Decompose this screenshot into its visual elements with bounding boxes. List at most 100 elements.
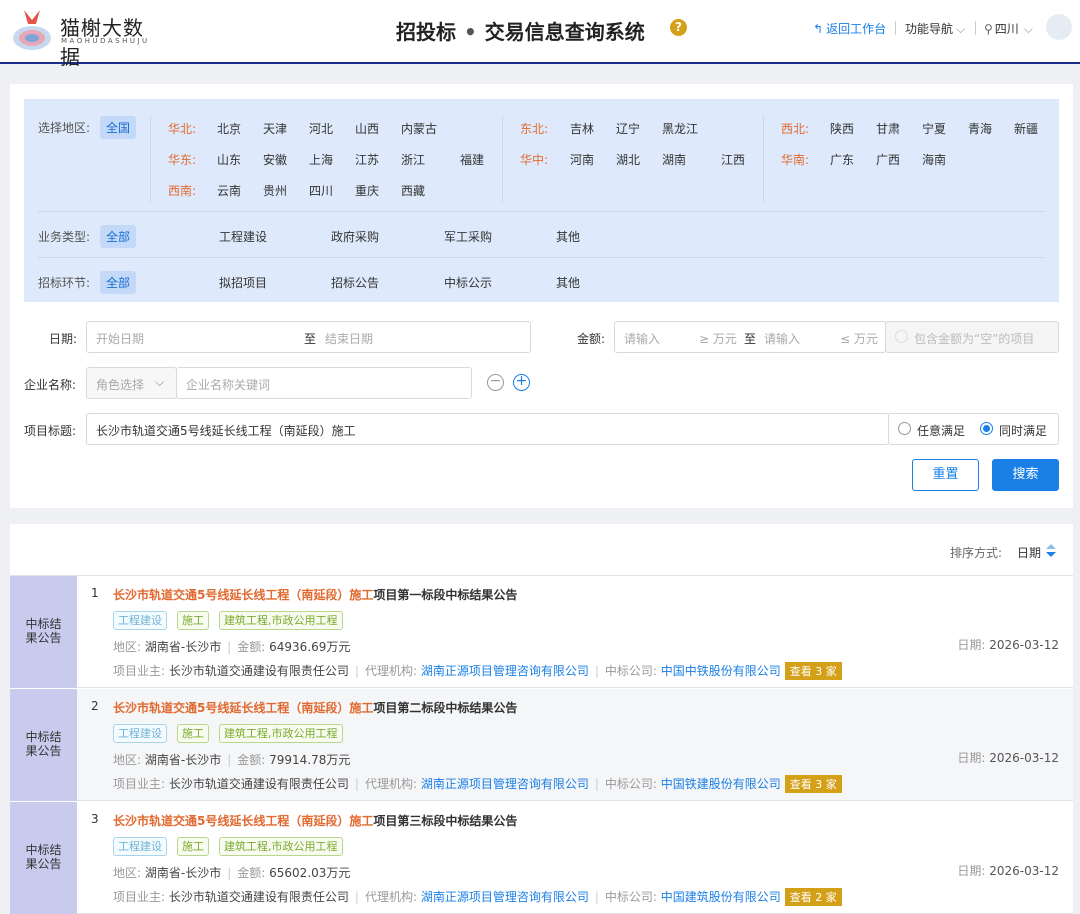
area-all-chip[interactable]: 全国 — [100, 116, 137, 139]
area-item-shaanxi[interactable]: 陕西 — [830, 120, 854, 137]
area-item-xinjiang[interactable]: 新疆 — [1014, 120, 1038, 137]
winner-link[interactable]: 中国中铁股份有限公司 — [661, 664, 781, 678]
result-title-link[interactable]: 长沙市轨道交通5号线延长线工程（南延段）施工项目第三标段中标结果公告 — [113, 812, 517, 829]
business-type-gov-procurement[interactable]: 政府采购 — [331, 228, 379, 245]
area-item-guangdong[interactable]: 广东 — [830, 151, 854, 168]
amount-max-input[interactable]: 请输入 — [764, 330, 800, 347]
area-item-yunnan[interactable]: 云南 — [217, 182, 241, 199]
bid-stage-tender-notice[interactable]: 招标公告 — [331, 274, 379, 291]
bid-stage-planned[interactable]: 拟招项目 — [219, 274, 267, 291]
business-type-other[interactable]: 其他 — [556, 228, 580, 245]
company-keyword-placeholder: 企业名称关键词 — [186, 378, 271, 392]
agent-link[interactable]: 湖南正源项目管理咨询有限公司 — [421, 777, 589, 791]
project-title-value: 长沙市轨道交通5号线延长线工程（南延段）施工 — [96, 424, 356, 438]
search-button[interactable]: 搜索 — [992, 459, 1059, 491]
amount-min-unit: ≥ 万元 — [699, 332, 737, 346]
area-item-jiangxi[interactable]: 江西 — [721, 151, 745, 168]
region-dropdown[interactable]: ⚲ 四川 ⌵ — [984, 20, 1033, 37]
area-item-henan[interactable]: 河南 — [570, 151, 594, 168]
date-end-input[interactable]: 结束日期 — [325, 330, 373, 347]
reset-button[interactable]: 重置 — [912, 459, 979, 491]
result-index: 1 — [91, 586, 99, 600]
sort-label: 排序方式: — [950, 546, 1003, 560]
date-label: 日期: — [49, 332, 78, 346]
area-item-hubei[interactable]: 湖北 — [616, 151, 640, 168]
help-icon[interactable]: ? — [670, 19, 687, 36]
area-item-anhui[interactable]: 安徽 — [263, 151, 287, 168]
area-item-neimenggu[interactable]: 内蒙古 — [401, 120, 437, 137]
business-type-engineering[interactable]: 工程建设 — [219, 228, 267, 245]
sort-toggle-icon[interactable] — [1046, 544, 1056, 558]
amount-range-separator: 至 — [744, 332, 757, 346]
function-nav-dropdown[interactable]: 功能导航 ⌵ — [905, 20, 965, 37]
agent-link[interactable]: 湖南正源项目管理咨询有限公司 — [421, 890, 589, 904]
result-title-link[interactable]: 长沙市轨道交通5号线延长线工程（南延段）施工项目第一标段中标结果公告 — [113, 586, 517, 603]
role-select-value: 角色选择 — [96, 378, 145, 392]
agent-label: 代理机构: — [364, 777, 417, 791]
area-item-jilin[interactable]: 吉林 — [570, 120, 594, 137]
amount-max-unit: ≤ 万元 — [840, 332, 878, 346]
date-start-input[interactable]: 开始日期 — [96, 330, 144, 347]
result-row[interactable]: 中标结果公告 1 长沙市轨道交通5号线延长线工程（南延段）施工项目第一标段中标结果公… — [10, 576, 1073, 688]
area-item-liaoning[interactable]: 辽宁 — [616, 120, 640, 137]
area-item-xizang[interactable]: 西藏 — [401, 182, 425, 199]
winner-link[interactable]: 中国铁建股份有限公司 — [661, 777, 781, 791]
area-item-hunan[interactable]: 湖南 — [662, 151, 686, 168]
back-to-workbench-link[interactable]: ↰ 返回工作台 — [813, 20, 886, 37]
area-label: 地区: — [113, 866, 142, 880]
match-any-radio[interactable] — [898, 422, 911, 435]
area-item-sichuan[interactable]: 四川 — [309, 182, 333, 199]
result-title-link[interactable]: 长沙市轨道交通5号线延长线工程（南延段）施工项目第二标段中标结果公告 — [113, 699, 517, 716]
area-item-guizhou[interactable]: 贵州 — [263, 182, 287, 199]
area-item-guangxi[interactable]: 广西 — [876, 151, 900, 168]
area-item-heilongjiang[interactable]: 黑龙江 — [662, 120, 698, 137]
area-item-zhejiang[interactable]: 浙江 — [401, 151, 425, 168]
result-title-highlight: 长沙市轨道交通5号线延长线工程（南延段）施工 — [113, 701, 374, 715]
date-label: 日期: — [957, 751, 986, 765]
result-parties: 项目业主: 长沙市轨道交通建设有限责任公司 | 代理机构: 湖南正源项目管理咨询有限… — [113, 888, 842, 906]
area-item-gansu[interactable]: 甘肃 — [876, 120, 900, 137]
view-winners-button[interactable]: 查看 2 家 — [784, 888, 842, 906]
bid-stage-label: 招标环节: — [38, 276, 91, 290]
title-part-b: 交易信息查询系统 — [484, 20, 645, 44]
result-row[interactable]: 中标结果公告 2 长沙市轨道交通5号线延长线工程（南延段）施工项目第二标段中标结果公… — [10, 689, 1073, 801]
result-type-label: 中标结果公告 — [10, 689, 77, 801]
brand-logo[interactable]: 猫榭大数据 MAOHUDASHUJU — [8, 4, 158, 69]
area-item-ningxia[interactable]: 宁夏 — [922, 120, 946, 137]
title-separator: • — [464, 20, 477, 44]
area-item-shanghai[interactable]: 上海 — [309, 151, 333, 168]
region-xibei-label: 西北: — [781, 122, 810, 136]
area-item-fujian[interactable]: 福建 — [460, 151, 484, 168]
sort-dropdown[interactable]: 日期 — [1017, 544, 1041, 561]
amount-min-input[interactable]: 请输入 — [624, 330, 660, 347]
match-all-radio[interactable] — [980, 422, 993, 435]
business-type-military[interactable]: 军工采购 — [444, 228, 492, 245]
area-item-hebei[interactable]: 河北 — [309, 120, 333, 137]
result-row[interactable]: 中标结果公告 3 长沙市轨道交通5号线延长线工程（南延段）施工项目第三标段中标结果公… — [10, 802, 1073, 914]
area-item-chongqing[interactable]: 重庆 — [355, 182, 379, 199]
area-item-hainan[interactable]: 海南 — [922, 151, 946, 168]
result-area-amount: 地区: 湖南省-长沙市 | 金额: 64936.69万元 — [113, 638, 350, 655]
business-type-all-chip[interactable]: 全部 — [100, 225, 137, 248]
area-item-beijing[interactable]: 北京 — [217, 120, 241, 137]
include-empty-amount-radio[interactable] — [895, 330, 908, 343]
bid-stage-all-chip[interactable]: 全部 — [100, 271, 137, 294]
meta-divider: | — [594, 664, 599, 678]
amount-label: 金额: — [237, 866, 266, 880]
area-item-shandong[interactable]: 山东 — [217, 151, 241, 168]
user-avatar[interactable] — [1046, 14, 1072, 40]
winner-link[interactable]: 中国建筑股份有限公司 — [661, 890, 781, 904]
area-item-jiangsu[interactable]: 江苏 — [355, 151, 379, 168]
area-item-qinghai[interactable]: 青海 — [968, 120, 992, 137]
area-item-tianjin[interactable]: 天津 — [263, 120, 287, 137]
agent-link[interactable]: 湖南正源项目管理咨询有限公司 — [421, 664, 589, 678]
bid-stage-other[interactable]: 其他 — [556, 274, 580, 291]
view-winners-button[interactable]: 查看 3 家 — [784, 662, 842, 680]
tag-engineering: 工程建设 — [113, 837, 167, 856]
view-winners-button[interactable]: 查看 3 家 — [784, 775, 842, 793]
result-title-rest: 项目第三标段中标结果公告 — [373, 814, 518, 828]
area-item-shanxi[interactable]: 山西 — [355, 120, 379, 137]
remove-condition-icon[interactable]: − — [487, 374, 504, 391]
bid-stage-award-notice[interactable]: 中标公示 — [444, 274, 492, 291]
add-condition-icon[interactable]: + — [513, 374, 530, 391]
